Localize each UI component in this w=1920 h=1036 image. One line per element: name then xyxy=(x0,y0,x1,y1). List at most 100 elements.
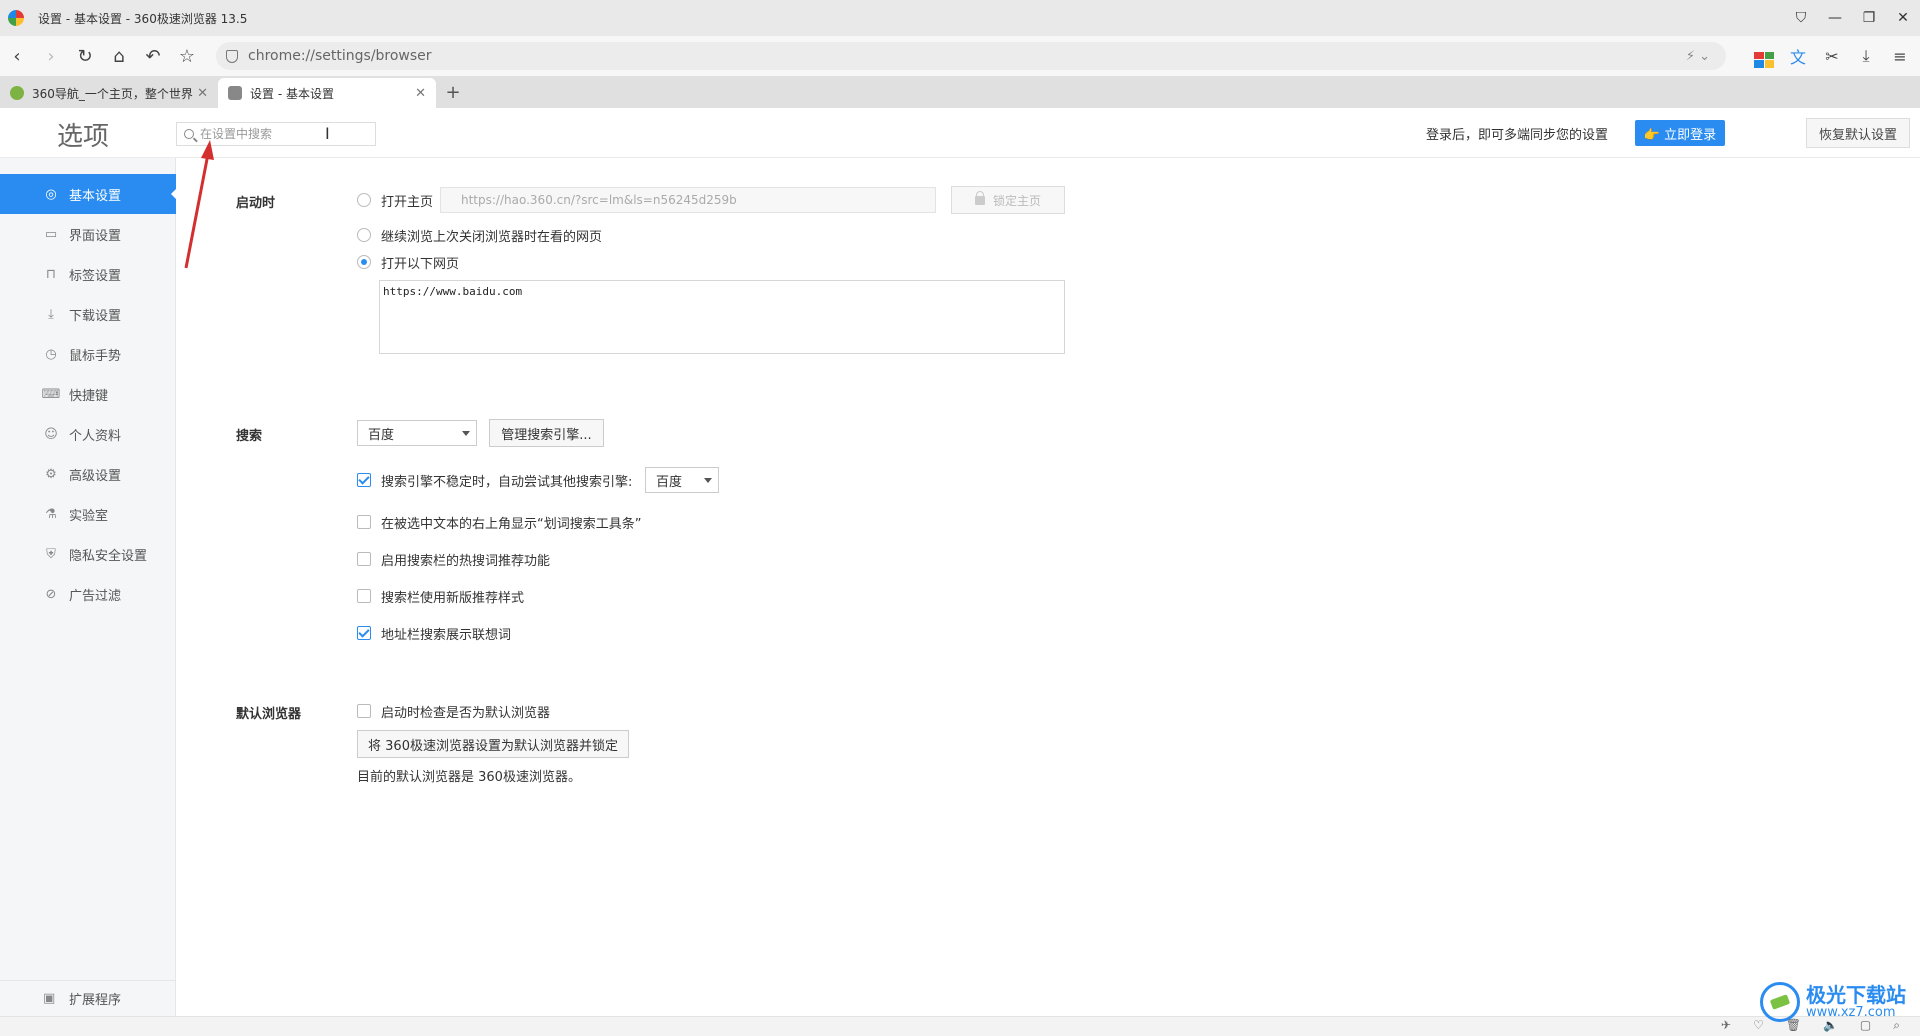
sidebar-item-privacy[interactable]: ⛨ 隐私安全设置 xyxy=(0,534,176,574)
sidebar-item-label: 鼠标手势 xyxy=(69,348,122,364)
tab-close-icon[interactable]: ✕ xyxy=(415,86,426,101)
selection-toolbar-checkbox[interactable] xyxy=(357,515,371,529)
speed-mode-icon[interactable]: ⚡ ⌄ xyxy=(1686,49,1710,64)
new-style-checkbox[interactable] xyxy=(357,589,371,603)
search-engine-value: 百度 xyxy=(368,427,395,443)
tab-icon: ⊓ xyxy=(45,266,57,282)
set-default-button[interactable]: 将 360极速浏览器设置为默认浏览器并锁定 xyxy=(357,730,629,758)
menu-icon[interactable]: ≡ xyxy=(1890,47,1910,66)
download-icon: ⤓ xyxy=(48,306,54,322)
watermark-title: 极光下载站 xyxy=(1806,982,1906,1007)
address-suggest-checkbox[interactable] xyxy=(357,626,371,640)
undo-close-icon[interactable]: ↶ xyxy=(136,46,170,67)
close-button[interactable]: ✕ xyxy=(1886,10,1920,26)
translate-icon[interactable]: 文 xyxy=(1788,44,1808,68)
watermark-logo-icon xyxy=(1760,982,1800,1022)
search-engine-select[interactable]: 百度 xyxy=(357,420,477,446)
text-cursor-icon: I xyxy=(325,124,330,143)
interface-icon: ▭ xyxy=(44,226,58,242)
default-browser-note: 目前的默认浏览器是 360极速浏览器。 xyxy=(357,770,581,785)
hotwords-label: 启用搜索栏的热搜词推荐功能 xyxy=(381,554,551,569)
sidebar-item-basic[interactable]: ◎ 基本设置 xyxy=(0,174,177,214)
check-default-label: 启动时检查是否为默认浏览器 xyxy=(381,706,551,721)
sidebar-item-tabs[interactable]: ⊓ 标签设置 xyxy=(0,254,176,294)
address-bar[interactable]: chrome://settings/browser ⚡ ⌄ xyxy=(216,42,1726,70)
selection-toolbar-label: 在被选中文本的右上角显示“划词搜索工具条” xyxy=(381,517,642,532)
sidebar-item-lab[interactable]: ⚗ 实验室 xyxy=(0,494,176,534)
fallback-engine-value: 百度 xyxy=(656,474,683,490)
sidebar-item-interface[interactable]: ▭ 界面设置 xyxy=(0,214,176,254)
tab-360-nav[interactable]: 360导航_一个主页，整个世界 ✕ xyxy=(0,78,218,108)
sidebar-item-label: 快捷键 xyxy=(69,388,109,404)
manage-search-engines-button[interactable]: 管理搜索引擎... xyxy=(489,419,604,447)
startup-pages-value: https://www.baidu.com xyxy=(383,285,523,298)
block-icon: ⊘ xyxy=(45,586,57,602)
settings-sidebar: ◎ 基本设置 ▭ 界面设置 ⊓ 标签设置 ⤓ 下载设置 ◷ 鼠标手势 ⌨ 快捷键… xyxy=(0,158,177,1016)
apps-icon[interactable] xyxy=(1754,44,1774,68)
window-title: 设置 - 基本设置 - 360极速浏览器 13.5 xyxy=(38,11,248,26)
restore-defaults-button[interactable]: 恢复默认设置 xyxy=(1806,118,1910,148)
new-style-label: 搜索栏使用新版推荐样式 xyxy=(381,591,525,606)
sidebar-item-label: 标签设置 xyxy=(69,268,122,284)
sidebar-item-profile[interactable]: ☺ 个人资料 xyxy=(0,414,176,454)
screenshot-icon[interactable]: ✂ xyxy=(1822,47,1842,66)
startup-pages-textarea[interactable]: https://www.baidu.com xyxy=(379,280,1065,354)
wrench-icon: ⚙ xyxy=(45,466,57,482)
title-bar: 设置 - 基本设置 - 360极速浏览器 13.5 ⛉ — ❐ ✕ xyxy=(0,0,1920,36)
basic-settings-icon: ◎ xyxy=(45,186,57,202)
sidebar-item-label: 界面设置 xyxy=(69,228,122,244)
lock-home-button[interactable]: 锁定主页 xyxy=(951,186,1065,214)
hotwords-checkbox[interactable] xyxy=(357,552,371,566)
bookmark-star-icon[interactable]: ☆ xyxy=(170,46,204,67)
sidebar-item-label: 高级设置 xyxy=(69,468,122,484)
skin-icon[interactable]: ⛉ xyxy=(1784,10,1818,26)
tab-settings[interactable]: 设置 - 基本设置 ✕ xyxy=(218,78,436,108)
tab-close-icon[interactable]: ✕ xyxy=(197,86,208,101)
forward-icon[interactable]: › xyxy=(34,46,68,67)
startup-continue-radio[interactable] xyxy=(357,228,371,242)
sidebar-item-mouse-gesture[interactable]: ◷ 鼠标手势 xyxy=(0,334,176,374)
sidebar-item-adblock[interactable]: ⊘ 广告过滤 xyxy=(0,574,176,614)
search-input[interactable] xyxy=(200,127,360,141)
search-section-label: 搜索 xyxy=(236,429,263,444)
download-icon[interactable]: ⤓ xyxy=(1856,46,1876,66)
startup-pages-label: 打开以下网页 xyxy=(381,257,460,272)
lock-home-label: 锁定主页 xyxy=(992,193,1041,208)
startup-home-label: 打开主页 xyxy=(381,195,434,210)
sidebar-item-advanced[interactable]: ⚙ 高级设置 xyxy=(0,454,176,494)
sync-hint: 登录后，即可多端同步您的设置 xyxy=(1426,128,1609,143)
browser-logo-icon xyxy=(8,10,24,26)
sidebar-item-shortcuts[interactable]: ⌨ 快捷键 xyxy=(0,374,176,414)
sidebar-item-label: 实验室 xyxy=(69,508,109,524)
settings-header: 选项 I 登录后，即可多端同步您的设置 👉 立即登录 恢复默认设置 xyxy=(0,108,1920,158)
address-suggest-label: 地址栏搜索展示联想词 xyxy=(381,628,512,643)
startup-home-radio[interactable] xyxy=(357,193,371,207)
check-default-checkbox[interactable] xyxy=(357,704,371,718)
sidebar-item-label: 隐私安全设置 xyxy=(69,548,148,564)
lock-icon xyxy=(974,190,985,205)
sidebar-item-download[interactable]: ⤓ 下载设置 xyxy=(0,294,176,334)
minimize-button[interactable]: — xyxy=(1818,10,1852,26)
gear-icon xyxy=(228,86,242,100)
sidebar-item-label: 基本设置 xyxy=(69,188,122,204)
page-title: 选项 xyxy=(57,122,110,152)
back-icon[interactable]: ‹ xyxy=(0,46,34,67)
rocket-icon[interactable]: ✈ xyxy=(1721,1018,1731,1033)
sidebar-item-extensions[interactable]: ▣ 扩展程序 xyxy=(0,980,176,1016)
fallback-engine-select[interactable]: 百度 xyxy=(645,467,719,493)
tab-label: 设置 - 基本设置 xyxy=(250,86,334,101)
startup-pages-radio[interactable] xyxy=(357,255,371,269)
watermark-url: www.xz7.com xyxy=(1806,1004,1896,1020)
restore-button[interactable]: ❐ xyxy=(1852,10,1886,26)
home-url-field[interactable]: https://hao.360.cn/?src=lm&ls=n56245d259… xyxy=(440,187,936,213)
home-icon[interactable]: ⌂ xyxy=(102,46,136,67)
startup-continue-label: 继续浏览上次关闭浏览器时在看的网页 xyxy=(381,230,603,245)
login-button[interactable]: 👉 立即登录 xyxy=(1635,120,1725,146)
startup-section-label: 启动时 xyxy=(236,196,276,211)
default-browser-section-label: 默认浏览器 xyxy=(236,707,302,722)
set-default-label: 将 360极速浏览器设置为默认浏览器并锁定 xyxy=(368,738,618,754)
fallback-engine-checkbox[interactable] xyxy=(357,473,371,487)
site-info-icon[interactable] xyxy=(226,49,238,63)
new-tab-button[interactable]: + xyxy=(436,78,470,108)
reload-icon[interactable]: ↻ xyxy=(68,46,102,67)
